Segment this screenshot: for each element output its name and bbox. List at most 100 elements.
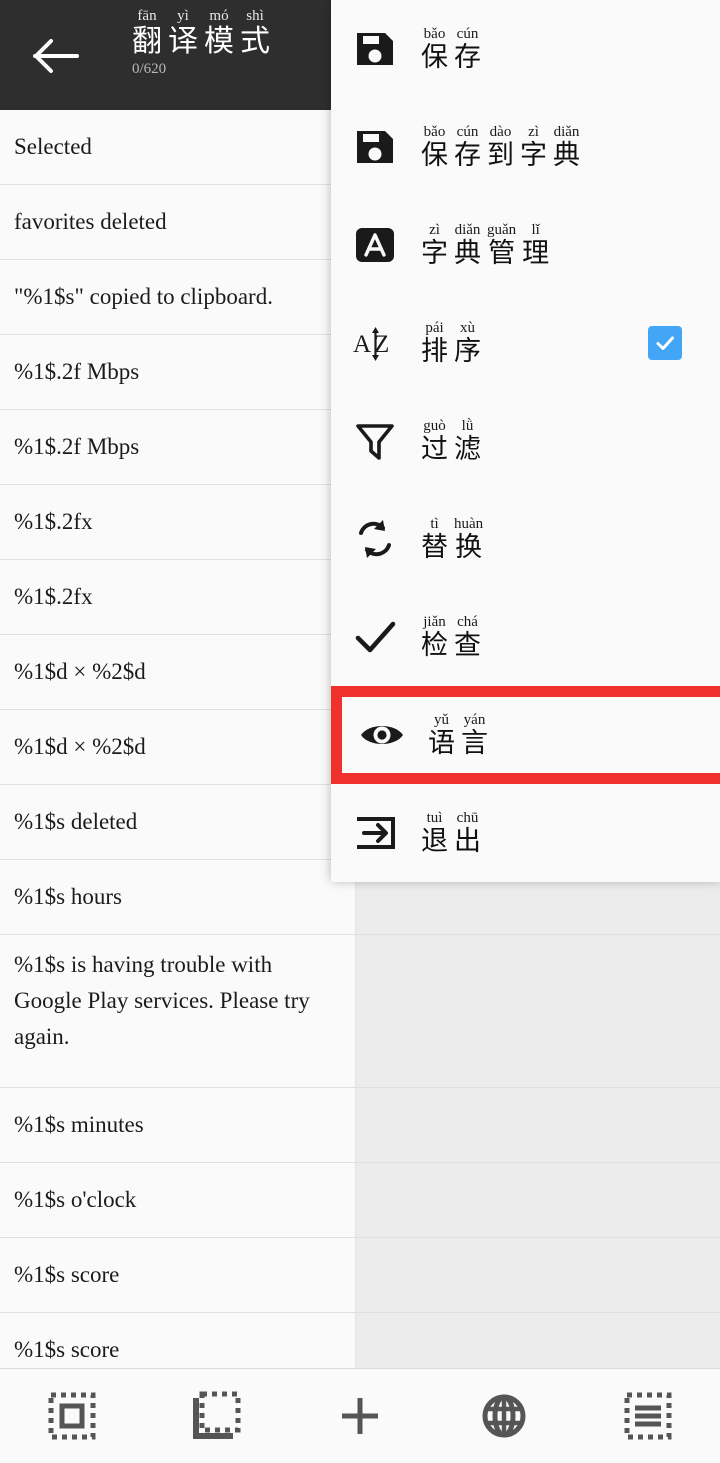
menu-item-过滤[interactable]: guò 过 lǜ 滤 xyxy=(331,392,720,490)
menu-item-label: guò 过 lǜ 滤 xyxy=(421,418,487,465)
han-character: 典 xyxy=(553,139,580,171)
dictionary-manage-icon xyxy=(356,228,394,262)
pinyin-text: guǎn xyxy=(487,221,517,238)
check-icon xyxy=(656,336,674,350)
menu-item-label: zì 字 diǎn 典 guǎn 管 lǐ 理 xyxy=(421,222,555,269)
menu-item-语言[interactable]: yǔ 语 yán 言 xyxy=(331,686,720,784)
menu-item-icon xyxy=(339,111,411,183)
pinyin-text: mó xyxy=(209,8,229,24)
source-string-cell[interactable]: %1$d × %2$d xyxy=(0,635,355,709)
source-string-cell[interactable]: "%1$s" copied to clipboard. xyxy=(0,260,355,334)
han-character: 保 xyxy=(421,139,448,171)
pinyin-text: zì xyxy=(429,221,440,238)
pinyin-text: yì xyxy=(177,8,189,24)
pinyin-text: lǐ xyxy=(531,221,540,238)
menu-item-替换[interactable]: tì 替 huàn 换 xyxy=(331,490,720,588)
han-character: 言 xyxy=(461,727,488,759)
pinyin-text: bǎo xyxy=(423,25,446,42)
source-string-cell[interactable]: Selected xyxy=(0,110,355,184)
pinyin-text: cún xyxy=(456,123,479,140)
source-string-cell[interactable]: %1$s hours xyxy=(0,860,355,934)
han-unit: huàn 换 xyxy=(454,516,483,563)
pinyin-text: lǜ xyxy=(461,417,474,434)
han-unit: yì 译 xyxy=(168,8,198,59)
source-string-cell[interactable]: %1$d × %2$d xyxy=(0,710,355,784)
menu-item-保存到字典[interactable]: bǎo 保 cún 存 dào 到 zì 字 diǎn 典 xyxy=(331,98,720,196)
source-string-cell[interactable]: %1$.2f Mbps xyxy=(0,335,355,409)
menu-item-检查[interactable]: jiǎn 检 chá 查 xyxy=(331,588,720,686)
han-character: 管 xyxy=(488,237,516,269)
han-unit: zì 字 xyxy=(520,124,547,171)
menu-item-字典管理[interactable]: zì 字 diǎn 典 guǎn 管 lǐ 理 xyxy=(331,196,720,294)
han-unit: cún 存 xyxy=(454,26,481,73)
han-unit: cún 存 xyxy=(454,124,481,171)
menu-item-icon xyxy=(339,13,411,85)
translation-cell[interactable] xyxy=(355,1163,720,1237)
translation-cell[interactable] xyxy=(355,1088,720,1162)
han-unit: yǔ 语 xyxy=(428,712,455,759)
han-unit: fān 翻 xyxy=(132,8,162,59)
source-string-cell[interactable]: %1$.2f Mbps xyxy=(0,410,355,484)
select-all-button[interactable] xyxy=(24,1380,120,1452)
pinyin-text: shì xyxy=(246,8,264,24)
menu-item-退出[interactable]: tuì 退 chū 出 xyxy=(331,784,720,882)
han-character: 翻 xyxy=(132,24,162,59)
han-character: 式 xyxy=(240,24,270,59)
page-title: fān 翻 yì 译 mó 模 shì 式 0/620 xyxy=(132,8,332,78)
overflow-menu[interactable]: bǎo 保 cún 存 bǎo 保 cún 存 dào 到 zì 字 diǎn 典 zì 字 diǎn 典 guǎn… xyxy=(331,0,720,882)
source-string-cell[interactable]: %1$s minutes xyxy=(0,1088,355,1162)
translation-cell[interactable] xyxy=(355,935,720,1087)
table-row[interactable]: %1$s o'clock xyxy=(0,1163,720,1238)
language-globe-button[interactable] xyxy=(456,1380,552,1452)
source-string-cell[interactable]: %1$.2fx xyxy=(0,560,355,634)
menu-item-保存[interactable]: bǎo 保 cún 存 xyxy=(331,0,720,98)
exit-arrow-icon xyxy=(357,817,395,849)
menu-item-checkbox[interactable] xyxy=(648,326,682,360)
check-mark-icon xyxy=(355,621,396,653)
han-unit: yán 言 xyxy=(461,712,488,759)
source-string-cell[interactable]: %1$s score xyxy=(0,1238,355,1312)
pinyin-text: zì xyxy=(528,123,539,140)
han-character: 换 xyxy=(455,531,483,563)
back-button[interactable] xyxy=(22,28,90,84)
menu-item-icon xyxy=(339,601,411,673)
menu-item-label: jiǎn 检 chá 查 xyxy=(421,614,487,661)
menu-item-排序[interactable]: A Zpái 排 xù 序 xyxy=(331,294,720,392)
table-row[interactable]: %1$s score xyxy=(0,1313,720,1368)
translation-cell[interactable] xyxy=(355,1238,720,1312)
pinyin-text: dào xyxy=(489,123,512,140)
menu-item-label: tì 替 huàn 换 xyxy=(421,516,489,563)
source-string-cell[interactable]: %1$.2fx xyxy=(0,485,355,559)
han-character: 存 xyxy=(454,41,481,73)
source-string-cell[interactable]: %1$s o'clock xyxy=(0,1163,355,1237)
table-row[interactable]: %1$s minutes xyxy=(0,1088,720,1163)
menu-item-icon xyxy=(346,699,418,771)
source-string-cell[interactable]: %1$s score xyxy=(0,1313,355,1368)
menu-item-label: bǎo 保 cún 存 xyxy=(421,26,487,73)
overflow-menu-body: bǎo 保 cún 存 bǎo 保 cún 存 dào 到 zì 字 diǎn 典 zì 字 diǎn 典 guǎn… xyxy=(331,0,720,882)
pinyin-text: yán xyxy=(463,711,486,728)
pinyin-text: bǎo xyxy=(423,123,446,140)
table-row[interactable]: %1$s score xyxy=(0,1238,720,1313)
han-unit: bǎo 保 xyxy=(421,26,448,73)
menu-item-label: tuì 退 chū 出 xyxy=(421,810,487,857)
list-view-button[interactable] xyxy=(600,1380,696,1452)
menu-item-label: pái 排 xù 序 xyxy=(421,320,487,367)
translation-cell[interactable] xyxy=(355,1313,720,1368)
source-string-cell[interactable]: favorites deleted xyxy=(0,185,355,259)
han-unit: tuì 退 xyxy=(421,810,448,857)
han-character: 字 xyxy=(520,139,547,171)
han-unit: lǐ 理 xyxy=(522,222,549,269)
globe-icon xyxy=(482,1394,526,1438)
select-partial-button[interactable] xyxy=(168,1380,264,1452)
source-string-cell[interactable]: %1$s is having trouble with Google Play … xyxy=(0,935,355,1087)
source-string-cell[interactable]: %1$s deleted xyxy=(0,785,355,859)
list-lines-dashed-icon xyxy=(624,1392,672,1440)
table-row[interactable]: %1$s is having trouble with Google Play … xyxy=(0,935,720,1088)
eye-icon xyxy=(361,726,403,744)
han-unit: shì 式 xyxy=(240,8,270,59)
han-unit: chá 查 xyxy=(454,614,481,661)
add-button[interactable] xyxy=(312,1380,408,1452)
han-unit: diǎn 典 xyxy=(454,222,481,269)
han-character: 查 xyxy=(454,629,481,661)
